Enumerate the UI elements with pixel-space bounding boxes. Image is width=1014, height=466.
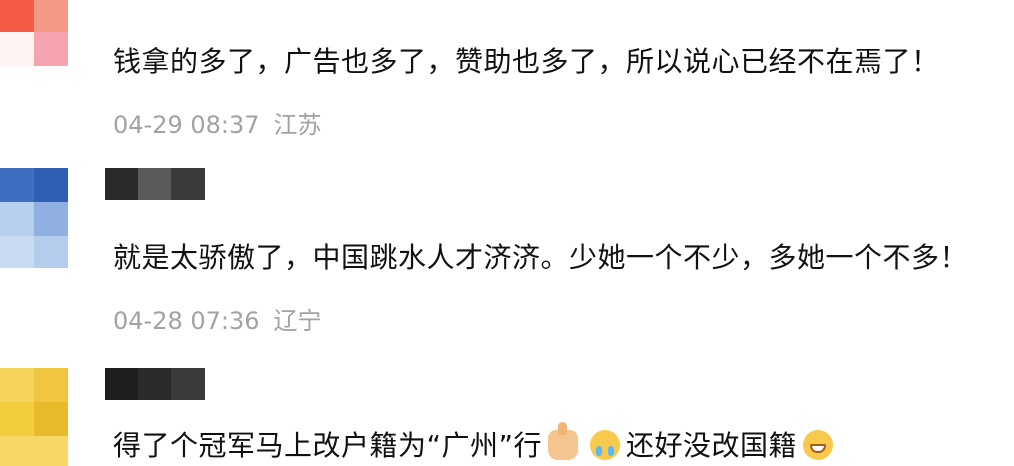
comment-text: 钱拿的多了，广告也多了，赞助也多了，所以说心已经不在焉了！ — [113, 45, 940, 78]
avatar[interactable] — [0, 368, 68, 466]
comment-text-part2: 还好没改国籍 — [626, 429, 798, 462]
avatar-pixel — [0, 168, 34, 202]
avatar-pixel — [34, 0, 68, 32]
comment-date: 04-29 08:37 — [113, 111, 260, 139]
username-blur-block — [138, 368, 171, 400]
avatar-pixel — [0, 202, 34, 236]
avatar-pixel — [0, 402, 34, 436]
comment-location: 江苏 — [273, 111, 322, 139]
crying-face-icon — [590, 430, 621, 460]
username-blurred[interactable] — [105, 168, 205, 200]
avatar-pixel — [34, 368, 68, 402]
username-blurred[interactable] — [105, 368, 205, 400]
username-blur-block — [105, 168, 138, 200]
avatar-pixel — [34, 402, 68, 436]
comment-meta: 04-28 07:36 辽宁 — [113, 306, 322, 336]
avatar-pixel — [0, 32, 34, 66]
avatar-pixel — [34, 32, 68, 66]
avatar-pixel — [0, 368, 34, 402]
comment-text-part1: 得了个冠军马上改户籍为“广州”行 — [113, 429, 543, 462]
username-blur-block — [105, 368, 138, 400]
avatar-pixel — [0, 236, 34, 268]
comment-text: 得了个冠军马上改户籍为“广州”行 还好没改国籍 — [113, 422, 839, 464]
comment-item: 钱拿的多了，广告也多了，赞助也多了，所以说心已经不在焉了！ 04-29 08:3… — [0, 0, 1014, 150]
comment-date: 04-28 07:36 — [113, 307, 260, 335]
avatar[interactable] — [0, 0, 68, 66]
avatar-pixel — [34, 236, 68, 268]
avatar-pixel — [0, 0, 34, 32]
grinning-face-icon — [803, 430, 834, 460]
comment-location: 辽宁 — [273, 307, 322, 335]
avatar[interactable] — [0, 168, 68, 268]
username-blur-block — [171, 368, 205, 400]
avatar-pixel — [34, 202, 68, 236]
comment-meta: 04-29 08:37 江苏 — [113, 110, 322, 140]
avatar-pixel — [0, 436, 68, 466]
thumbs-up-icon — [548, 422, 579, 460]
avatar-pixel — [34, 168, 68, 202]
comment-item: 就是太骄傲了，中国跳水人才济济。少她一个不少，多她一个不多！ 04-28 07:… — [0, 150, 1014, 350]
comment-list: 钱拿的多了，广告也多了，赞助也多了，所以说心已经不在焉了！ 04-29 08:3… — [0, 0, 1014, 466]
comment-text: 就是太骄傲了，中国跳水人才济济。少她一个不少，多她一个不多！ — [113, 241, 969, 274]
comment-item: 得了个冠军马上改户籍为“广州”行 还好没改国籍 — [0, 350, 1014, 466]
username-blur-block — [171, 168, 205, 200]
username-blur-block — [138, 168, 171, 200]
